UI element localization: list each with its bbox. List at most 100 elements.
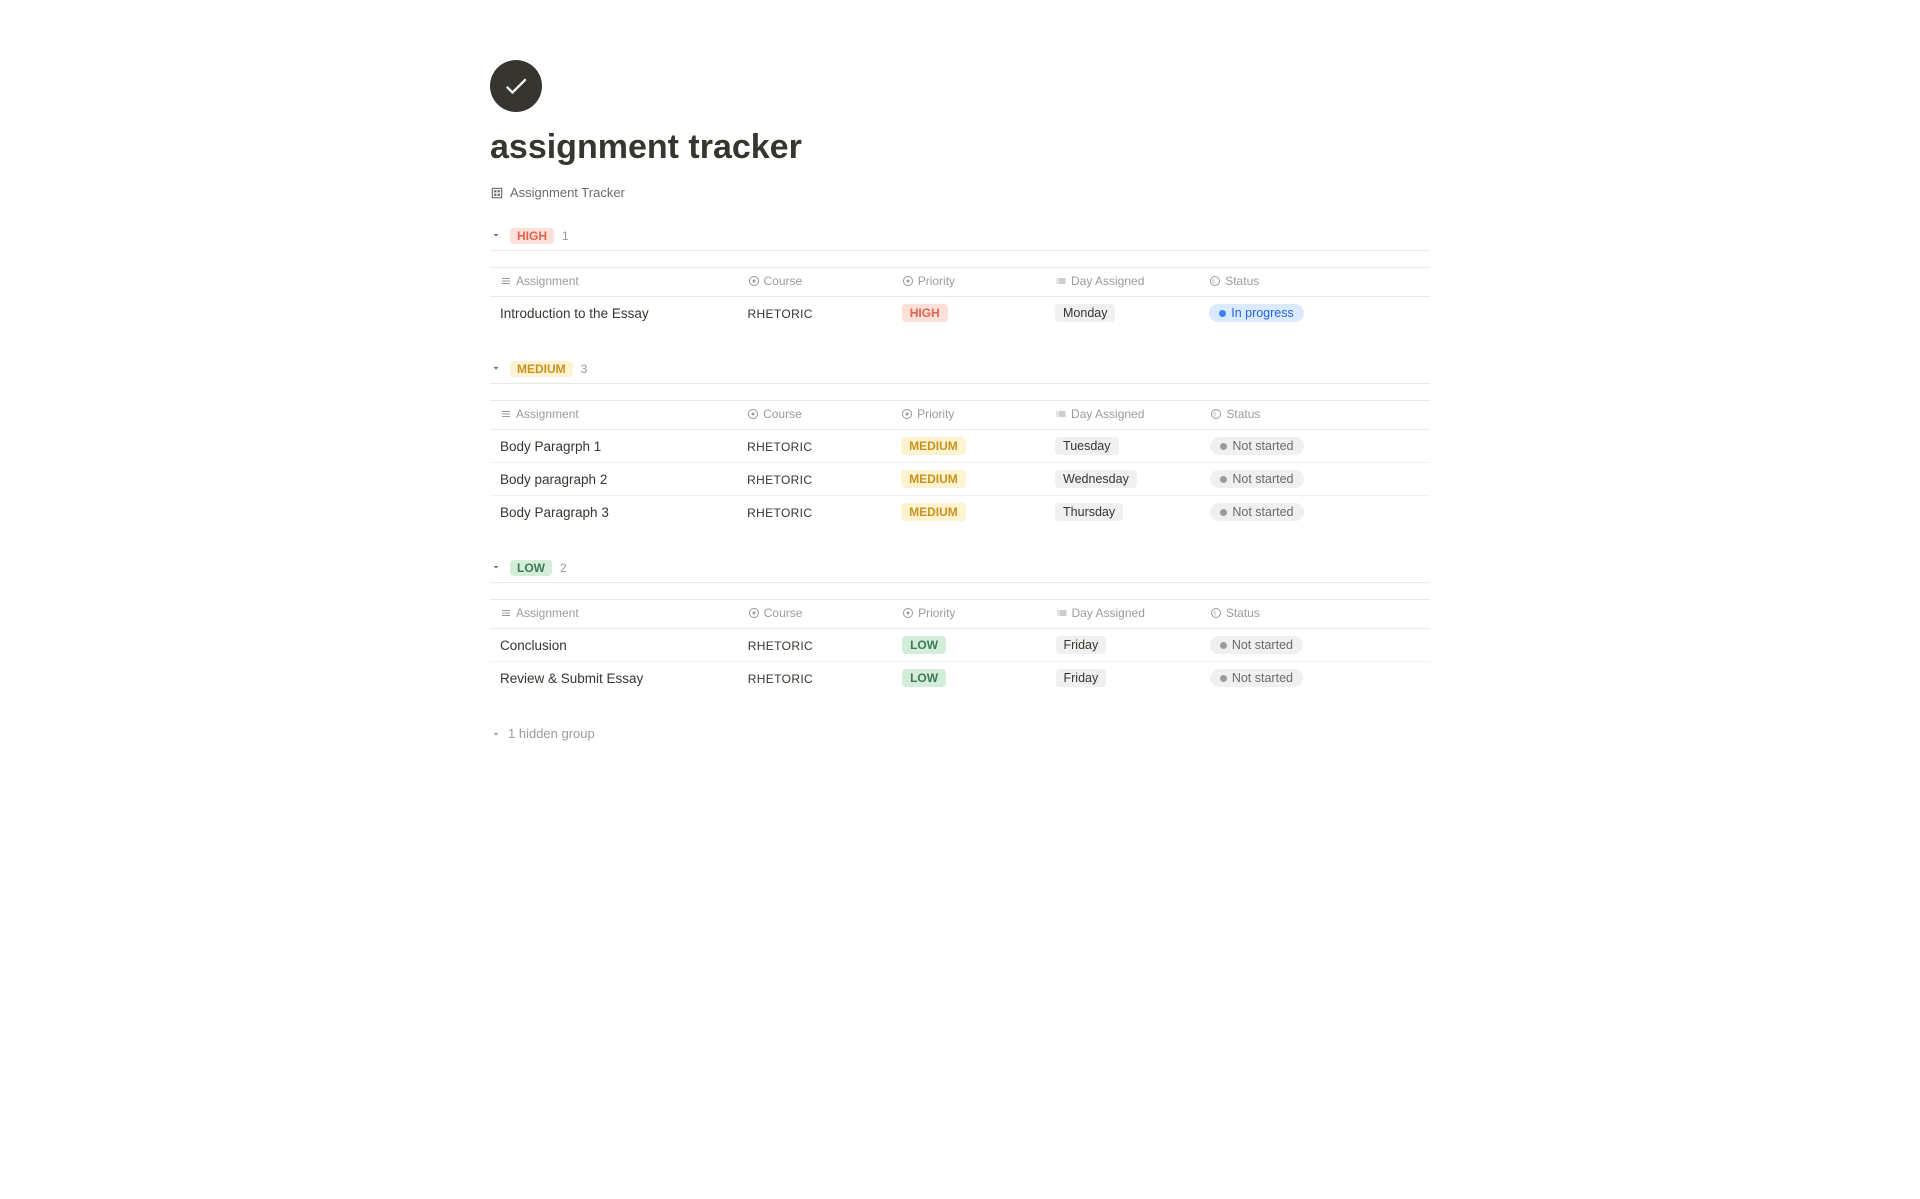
page-title: assignment tracker: [490, 128, 1430, 167]
col-header-assignment: Assignment: [490, 268, 738, 297]
group-section-high: HIGH 1 Assignment Course Priority Day As…: [490, 228, 1430, 329]
day-badge: Wednesday: [1055, 470, 1137, 488]
course-cell: RHETORIC: [738, 629, 892, 662]
group-toggle-medium[interactable]: [490, 361, 502, 377]
table-medium: Assignment Course Priority Day Assigned …: [490, 400, 1430, 528]
status-badge: Not started: [1210, 437, 1303, 455]
spinner-icon: Status: [1209, 274, 1259, 288]
priority-badge: LOW: [902, 669, 946, 687]
table-low: Assignment Course Priority Day Assigned …: [490, 599, 1430, 694]
page-icon: [490, 60, 542, 112]
priority-badge: MEDIUM: [901, 503, 966, 521]
group-header-high[interactable]: HIGH 1: [490, 228, 1430, 244]
page-container: assignment tracker Assignment Tracker HI…: [410, 0, 1510, 801]
course-text: RHETORIC: [747, 473, 812, 487]
table-row: Body Paragrph 1RHETORIC MEDIUM Tuesday Not …: [490, 430, 1430, 463]
status-dot: [1219, 310, 1226, 317]
group-section-medium: MEDIUM 3 Assignment Course Priority Day …: [490, 361, 1430, 528]
status-dot: [1220, 509, 1227, 516]
spinner-icon: Status: [1210, 606, 1260, 620]
col-header-priority: Priority: [892, 268, 1045, 297]
view-label-text: Assignment Tracker: [510, 185, 625, 200]
course-text: RHETORIC: [747, 506, 812, 520]
status-dot: [1220, 443, 1227, 450]
col-header-assignment: Assignment: [490, 600, 738, 629]
list-icon: Day Assigned: [1056, 606, 1145, 620]
group-section-low: LOW 2 Assignment Course Priority Day Ass…: [490, 560, 1430, 694]
group-count-high: 1: [562, 229, 569, 243]
col-header-priority: Priority: [891, 401, 1045, 430]
day-badge: Monday: [1055, 304, 1115, 322]
priority-cell: LOW: [892, 629, 1045, 662]
col-header-day-assigned: Day Assigned: [1045, 401, 1200, 430]
course-cell: RHETORIC: [737, 496, 891, 529]
assignment-cell: Conclusion: [490, 629, 738, 662]
list-icon: Day Assigned: [1055, 274, 1144, 288]
hidden-group[interactable]: 1 hidden group: [490, 726, 1430, 741]
status-dot: [1220, 476, 1227, 483]
table-high: Assignment Course Priority Day Assigned …: [490, 267, 1430, 329]
status-badge: In progress: [1209, 304, 1304, 322]
group-badge-medium: MEDIUM: [510, 361, 573, 377]
course-cell: RHETORIC: [737, 430, 891, 463]
assignment-cell: Body Paragraph 3: [490, 496, 737, 529]
extra-cell: [1355, 662, 1430, 695]
course-cell: RHETORIC: [738, 297, 892, 330]
col-header-course: Course: [737, 401, 891, 430]
priority-cell: MEDIUM: [891, 430, 1045, 463]
day-cell: Wednesday: [1045, 463, 1200, 496]
status-cell: Not started: [1200, 662, 1355, 695]
group-toggle-high[interactable]: [490, 228, 502, 244]
circle-icon: Course: [748, 274, 803, 288]
course-cell: RHETORIC: [737, 463, 891, 496]
group-badge-high: HIGH: [510, 228, 554, 244]
spinner-icon: Status: [1210, 407, 1260, 421]
status-badge: Not started: [1210, 669, 1303, 687]
table-row: Review & Submit EssayRHETORICLOWFridayNo…: [490, 662, 1430, 695]
status-dot: [1220, 675, 1227, 682]
day-cell: Friday: [1046, 629, 1200, 662]
status-dot: [1220, 642, 1227, 649]
course-text: RHETORIC: [748, 672, 813, 686]
course-cell: RHETORIC: [738, 662, 892, 695]
priority-badge: MEDIUM: [901, 470, 966, 488]
checkmark-icon: [502, 72, 530, 100]
circle-icon: Course: [747, 407, 802, 421]
day-cell: Thursday: [1045, 496, 1200, 529]
col-header-day-assigned: Day Assigned: [1046, 600, 1200, 629]
group-toggle-low[interactable]: [490, 560, 502, 576]
list-icon: Day Assigned: [1055, 407, 1144, 421]
status-badge: Not started: [1210, 636, 1303, 654]
col-header-course: Course: [738, 600, 892, 629]
priority-cell: MEDIUM: [891, 463, 1045, 496]
text-icon: Assignment: [500, 274, 579, 288]
group-header-low[interactable]: LOW 2: [490, 560, 1430, 576]
day-badge: Friday: [1056, 636, 1107, 654]
table-row: Conclusion RHETORIC LOW Friday Not started: [490, 629, 1430, 662]
col-header-course: Course: [738, 268, 892, 297]
status-cell: In progress: [1199, 297, 1354, 330]
group-divider-medium: [490, 383, 1430, 384]
status-cell: Not started: [1200, 430, 1354, 463]
course-text: RHETORIC: [748, 639, 813, 653]
day-cell: Tuesday: [1045, 430, 1200, 463]
extra-cell: [1355, 463, 1430, 496]
day-badge: Friday: [1056, 669, 1107, 687]
col-header-extra: [1355, 600, 1430, 629]
priority-badge: MEDIUM: [901, 437, 966, 455]
status-cell: Not started: [1200, 496, 1354, 529]
day-cell: Friday: [1046, 662, 1200, 695]
col-header-status: Status: [1200, 600, 1355, 629]
status-badge: Not started: [1210, 503, 1303, 521]
hidden-group-label: 1 hidden group: [508, 726, 595, 741]
course-text: RHETORIC: [748, 307, 813, 321]
assignment-cell: Body paragraph 2: [490, 463, 737, 496]
extra-cell: [1355, 297, 1430, 330]
group-divider-high: [490, 250, 1430, 251]
group-header-medium[interactable]: MEDIUM 3: [490, 361, 1430, 377]
group-count-low: 2: [560, 561, 567, 575]
assignment-cell: Body Paragrph 1: [490, 430, 737, 463]
priority-badge: HIGH: [902, 304, 948, 322]
col-header-assignment: Assignment: [490, 401, 737, 430]
col-header-extra: [1355, 401, 1430, 430]
